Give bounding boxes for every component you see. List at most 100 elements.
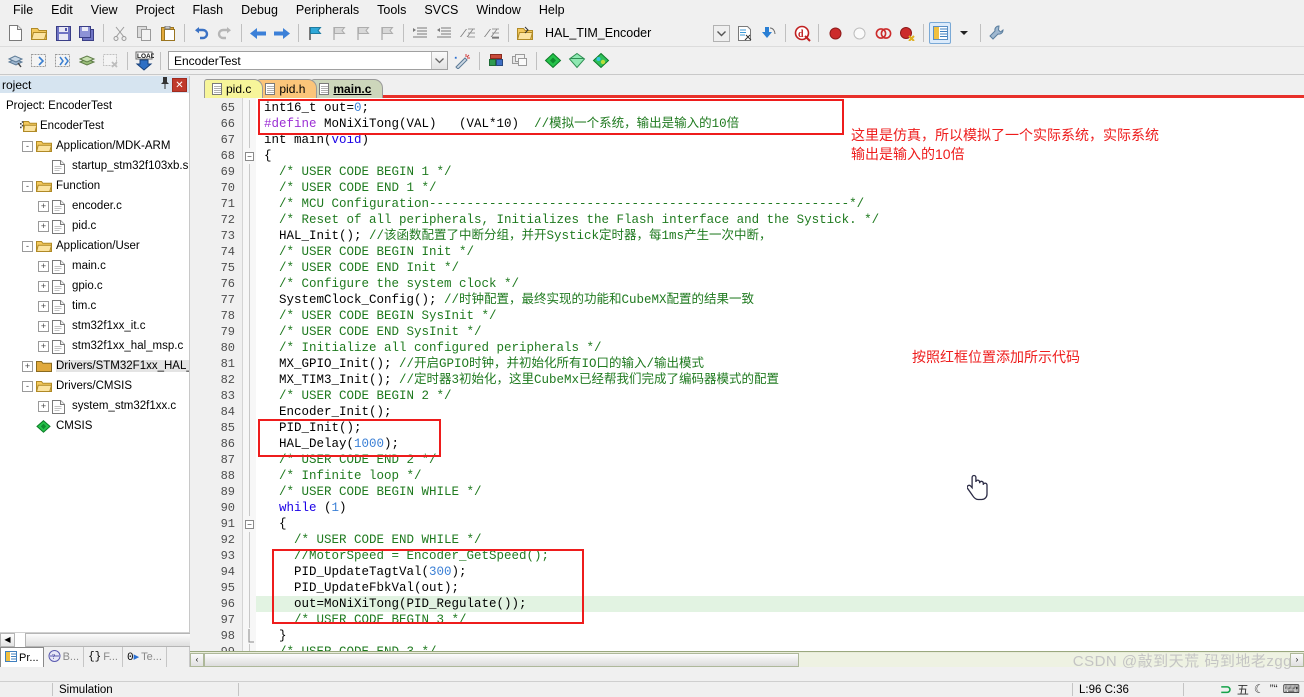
hscroll-thumb[interactable] xyxy=(25,633,215,647)
manage-run-env-icon[interactable] xyxy=(590,50,612,72)
scroll-left-icon[interactable]: ◀ xyxy=(0,633,15,647)
chevron-down-icon[interactable] xyxy=(431,52,447,69)
editor-hscroll-thumb[interactable] xyxy=(204,652,799,667)
expand-toggle-icon[interactable]: + xyxy=(38,200,49,212)
code-line[interactable]: /* MCU Configuration--------------------… xyxy=(256,196,1304,212)
disable-breakpoint-icon[interactable] xyxy=(872,22,894,44)
remove-breakpoint-icon[interactable] xyxy=(848,22,870,44)
tab-project[interactable]: Pr... xyxy=(0,647,44,667)
close-icon[interactable]: ✕ xyxy=(172,77,187,92)
undo-icon[interactable] xyxy=(190,22,212,44)
menu-item-project[interactable]: Project xyxy=(127,1,184,19)
menu-item-tools[interactable]: Tools xyxy=(368,1,415,19)
code-line[interactable]: /* USER CODE BEGIN 3 */ xyxy=(256,612,1304,628)
code-line[interactable]: /* Reset of all peripherals, Initializes… xyxy=(256,212,1304,228)
download-load-icon[interactable]: LOAD xyxy=(133,50,155,72)
ime-keyboard-icon[interactable]: ⌨ xyxy=(1283,682,1300,696)
code-line[interactable]: /* USER CODE BEGIN 2 */ xyxy=(256,388,1304,404)
bookmark-toggle-icon[interactable] xyxy=(304,22,326,44)
bookmark-prev-icon[interactable] xyxy=(328,22,350,44)
outdent-icon[interactable] xyxy=(433,22,455,44)
scroll-left-icon[interactable]: ‹ xyxy=(190,652,204,667)
project-tree-item[interactable]: + encoder.c xyxy=(0,196,189,216)
project-tree[interactable]: Project: EncoderTest EncoderTest - Applica… xyxy=(0,93,189,632)
comment-icon[interactable]: // xyxy=(457,22,479,44)
code-line[interactable]: out=MoNiXiTong(PID_Regulate()); xyxy=(256,596,1304,612)
code-text[interactable]: int16_t out=0; #define MoNiXiTong(VAL) (V… xyxy=(256,98,1304,651)
menu-item-svcs[interactable]: SVCS xyxy=(415,1,467,19)
editor-tab-pid-h[interactable]: pid.h xyxy=(257,79,318,98)
paste-icon[interactable] xyxy=(157,22,179,44)
save-icon[interactable] xyxy=(52,22,74,44)
project-tree-item[interactable]: + tim.c xyxy=(0,296,189,316)
editor-tab-main-c[interactable]: main.c xyxy=(311,79,384,98)
code-view[interactable]: 65 66 67 68 69 70 71 72 73 74 75 76 77 78 79 80 81 82 83 84… xyxy=(190,98,1304,651)
navigate-back-icon[interactable] xyxy=(247,22,269,44)
collapse-toggle-icon[interactable]: - xyxy=(22,380,33,392)
ime-toolbar[interactable]: ⊃ 五 ☾ ”“ ⌨ xyxy=(1220,681,1300,697)
start-debug-icon[interactable]: d xyxy=(791,22,813,44)
rebuild-icon[interactable] xyxy=(52,50,74,72)
navigate-forward-icon[interactable] xyxy=(271,22,293,44)
project-tree-item[interactable]: + system_stm32f1xx.c xyxy=(0,396,189,416)
code-line[interactable]: } xyxy=(256,628,1304,644)
code-line[interactable]: //MotorSpeed = Encoder_GetSpeed(); xyxy=(256,548,1304,564)
translate-icon[interactable] xyxy=(4,50,26,72)
uncomment-icon[interactable]: // xyxy=(481,22,503,44)
manage-multi-project-icon[interactable] xyxy=(509,50,531,72)
project-tree-item[interactable]: + stm32f1xx_hal_msp.c xyxy=(0,336,189,356)
hscroll-track[interactable] xyxy=(15,633,215,647)
ime-moon-icon[interactable]: ☾ xyxy=(1254,682,1265,696)
pin-icon[interactable] xyxy=(158,77,172,92)
project-tree-item[interactable]: + main.c xyxy=(0,256,189,276)
expand-toggle-icon[interactable]: + xyxy=(38,280,49,292)
bookmark-clear-icon[interactable] xyxy=(376,22,398,44)
code-line[interactable]: /* USER CODE BEGIN SysInit */ xyxy=(256,308,1304,324)
target-select[interactable]: EncoderTest xyxy=(168,51,448,70)
code-folding-column[interactable]: − − xyxy=(242,98,256,651)
expand-toggle-icon[interactable]: + xyxy=(22,360,33,372)
menu-item-help[interactable]: Help xyxy=(530,1,574,19)
code-line[interactable]: PID_UpdateTagtVal(300); xyxy=(256,564,1304,580)
stop-build-icon[interactable] xyxy=(100,50,122,72)
code-line[interactable]: MX_TIM3_Init(); //定时器3初始化，这里CubeMx已经帮我们完… xyxy=(256,372,1304,388)
scroll-right-icon[interactable]: › xyxy=(1290,652,1304,667)
code-line[interactable]: HAL_Init(); //该函数配置了中断分组，并开Systick定时器，每1… xyxy=(256,228,1304,244)
project-tree-item[interactable]: startup_stm32f103xb.s xyxy=(0,156,189,176)
kill-all-breakpoints-icon[interactable] xyxy=(896,22,918,44)
menu-item-file[interactable]: File xyxy=(4,1,42,19)
menu-item-view[interactable]: View xyxy=(82,1,127,19)
menu-item-window[interactable]: Window xyxy=(467,1,529,19)
project-tree-hscrollbar[interactable]: ◀ ▶ xyxy=(0,632,215,647)
code-line[interactable]: PID_Init(); xyxy=(256,420,1304,436)
expand-toggle-icon[interactable]: + xyxy=(38,400,49,412)
collapse-toggle-icon[interactable]: - xyxy=(22,140,33,152)
code-line[interactable]: while (1) xyxy=(256,500,1304,516)
tab-books[interactable]: ? B... xyxy=(44,647,85,667)
open-config-file-icon[interactable] xyxy=(514,22,536,44)
expand-toggle-icon[interactable]: + xyxy=(38,320,49,332)
ime-punctuation-icon[interactable]: ”“ xyxy=(1270,682,1278,696)
code-line[interactable]: SystemClock_Config(); //时钟配置，最终实现的功能和Cub… xyxy=(256,292,1304,308)
code-line[interactable]: /* USER CODE END 2 */ xyxy=(256,452,1304,468)
code-line[interactable]: /* USER CODE BEGIN Init */ xyxy=(256,244,1304,260)
editor-tab-pid-c[interactable]: pid.c xyxy=(204,79,264,98)
configure-icon[interactable] xyxy=(986,22,1008,44)
expand-toggle-icon[interactable]: + xyxy=(38,260,49,272)
code-line[interactable]: /* USER CODE END WHILE */ xyxy=(256,532,1304,548)
indent-icon[interactable] xyxy=(409,22,431,44)
fold-toggle-icon[interactable]: − xyxy=(243,516,256,532)
expand-toggle-icon[interactable]: + xyxy=(38,220,49,232)
code-line[interactable]: HAL_Delay(1000); xyxy=(256,436,1304,452)
expand-toggle-icon[interactable]: + xyxy=(38,340,49,352)
menu-item-flash[interactable]: Flash xyxy=(183,1,232,19)
tab-templates[interactable]: 0▸ Te... xyxy=(123,647,167,667)
pack-filter-icon[interactable] xyxy=(566,50,588,72)
chevron-down-icon[interactable] xyxy=(710,22,732,44)
code-line[interactable]: { xyxy=(256,516,1304,532)
open-file-icon[interactable] xyxy=(28,22,50,44)
menu-item-edit[interactable]: Edit xyxy=(42,1,82,19)
project-tree-item[interactable]: - Function xyxy=(0,176,189,196)
pack-installer-icon[interactable] xyxy=(542,50,564,72)
collapse-toggle-icon[interactable]: - xyxy=(22,240,33,252)
